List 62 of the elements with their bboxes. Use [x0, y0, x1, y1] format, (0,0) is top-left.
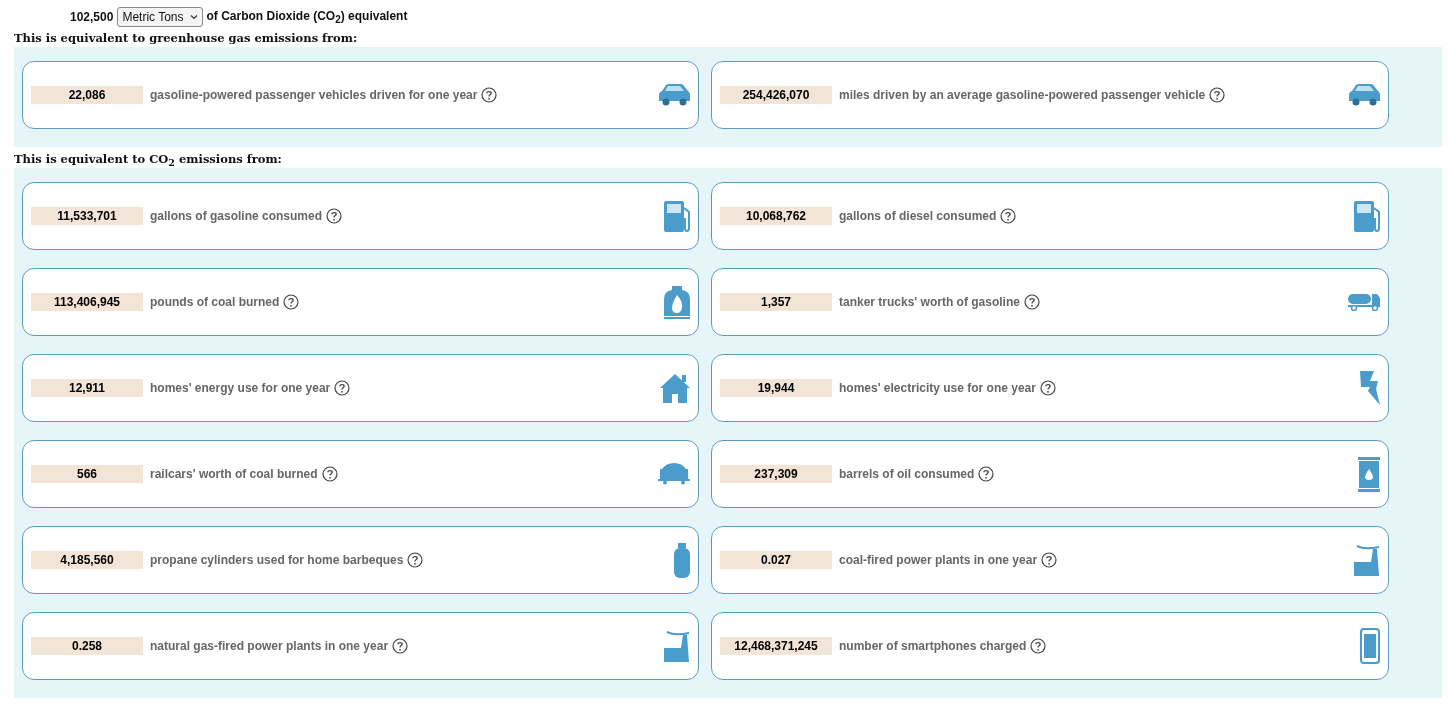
equivalent-label: natural gas-fired power plants in one year — [150, 639, 389, 653]
help-icon[interactable] — [1039, 380, 1056, 396]
equivalent-value: 12,468,371,245 — [720, 637, 832, 655]
equivalent-label: coal-fired power plants in one year — [839, 553, 1038, 567]
help-icon[interactable] — [392, 638, 409, 654]
help-icon[interactable] — [481, 87, 498, 103]
equivalent-label: homes' electricity use for one year — [839, 381, 1036, 395]
lightning-icon — [1360, 371, 1380, 405]
help-icon[interactable] — [1209, 87, 1226, 103]
equivalent-label: gasoline-powered passenger vehicles driven for one year — [150, 88, 478, 102]
equivalent-value: 254,426,070 — [720, 86, 832, 104]
equivalent-value: 22,086 — [31, 86, 143, 104]
factory-icon — [1354, 544, 1380, 576]
help-icon[interactable] — [1000, 208, 1017, 224]
equivalent-value: 0.258 — [31, 637, 143, 655]
car-icon — [1349, 84, 1380, 106]
equivalent-value: 566 — [31, 465, 143, 483]
barrel-icon — [1358, 456, 1380, 492]
help-icon[interactable] — [1023, 294, 1040, 310]
tanker-truck-icon — [1348, 293, 1380, 311]
smartphone-icon — [1360, 628, 1380, 664]
equivalent-label: miles driven by an average gasoline-powered passenger vehicle — [839, 88, 1206, 102]
equivalent-value: 4,185,560 — [31, 551, 143, 569]
equivalent-value: 113,406,945 — [31, 293, 143, 311]
equivalent-value: 12,911 — [31, 379, 143, 397]
help-icon[interactable] — [321, 466, 338, 482]
help-icon[interactable] — [978, 466, 995, 482]
gas-cylinder-icon — [674, 542, 690, 578]
factory-icon — [664, 630, 690, 662]
fuel-pump-icon — [664, 200, 690, 232]
equivalent-value: 19,944 — [720, 379, 832, 397]
equivalent-value: 11,533,701 — [31, 207, 143, 225]
amount-value: 102,500 — [70, 10, 114, 24]
section-heading: This is equivalent to greenhouse gas emissions from: — [14, 31, 359, 47]
unit-description: of Carbon Dioxide (CO$_{2}$) equivalent — [206, 8, 408, 26]
furnace-icon — [664, 285, 690, 319]
help-icon[interactable] — [1030, 638, 1047, 654]
equivalent-value: 10,068,762 — [720, 207, 832, 225]
equivalent-value: 237,309 — [720, 465, 832, 483]
help-icon[interactable] — [334, 380, 351, 396]
help-icon[interactable] — [283, 294, 300, 310]
equivalent-label: railcars' worth of coal burned — [150, 467, 318, 481]
section-heading: This is equivalent to CO$_{2}$ emissions from: — [14, 152, 283, 168]
help-icon[interactable] — [407, 552, 424, 568]
equivalent-label: barrels of oil consumed — [839, 467, 975, 481]
equivalent-value: 0.027 — [720, 551, 832, 569]
house-icon — [660, 373, 690, 403]
help-icon[interactable] — [1041, 552, 1058, 568]
equivalent-value: 1,357 — [720, 293, 832, 311]
railcar-icon — [658, 463, 690, 485]
equivalent-label: number of smartphones charged — [839, 639, 1027, 653]
equivalent-label: pounds of coal burned — [150, 295, 280, 309]
equivalent-label: propane cylinders used for home barbeques — [150, 553, 404, 567]
unit-dropdown[interactable]: Metric Tons — [117, 7, 203, 27]
equivalent-label: gallons of diesel consumed — [839, 209, 997, 223]
car-icon — [659, 84, 690, 106]
equivalent-label: gallons of gasoline consumed — [150, 209, 323, 223]
caret-icon — [189, 14, 198, 20]
equivalent-label: tanker trucks' worth of gasoline — [839, 295, 1020, 309]
help-icon[interactable] — [326, 208, 343, 224]
fuel-pump-icon — [1354, 200, 1380, 232]
equivalent-label: homes' energy use for one year — [150, 381, 331, 395]
